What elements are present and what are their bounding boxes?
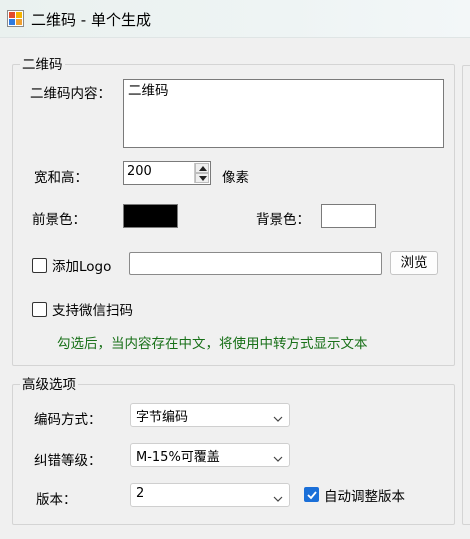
size-stepper[interactable]: 200: [123, 161, 211, 185]
qrcode-group-legend: 二维码: [20, 53, 65, 73]
size-value: 200: [127, 164, 152, 179]
fg-color-label: 前景色：: [32, 212, 86, 228]
spin-up-button[interactable]: [195, 163, 209, 173]
wechat-scan-label[interactable]: 支持微信扫码: [52, 299, 133, 319]
side-panel-edge: [462, 65, 470, 525]
chevron-down-icon: [273, 451, 283, 466]
title-bar: 二维码 - 单个生成: [0, 0, 470, 38]
version-select[interactable]: 2: [130, 483, 290, 507]
chevron-down-icon: [273, 411, 283, 426]
ecc-label: 纠错等级：: [34, 453, 102, 469]
encoding-label: 编码方式：: [34, 412, 102, 428]
advanced-group-legend: 高级选项: [20, 373, 78, 393]
size-label: 宽和高：: [34, 170, 88, 186]
version-label: 版本：: [36, 492, 77, 508]
app-icon: [7, 10, 24, 27]
fg-color-swatch[interactable]: [123, 204, 178, 228]
content-textarea[interactable]: 二维码: [123, 79, 444, 148]
content-label: 二维码内容：: [30, 86, 111, 102]
auto-version-label[interactable]: 自动调整版本: [324, 485, 405, 505]
ecc-value: M-15%可覆盖: [136, 450, 220, 465]
logo-path-input[interactable]: [129, 252, 382, 275]
window-title: 二维码 - 单个生成: [31, 11, 151, 29]
wechat-scan-checkbox[interactable]: [32, 302, 47, 317]
size-spin: [194, 163, 209, 183]
browse-button[interactable]: 浏览: [390, 251, 438, 275]
ecc-select[interactable]: M-15%可覆盖: [130, 443, 290, 467]
chevron-down-icon: [273, 491, 283, 506]
spin-down-button[interactable]: [195, 173, 209, 183]
wechat-hint-text: 勾选后，当内容存在中文，将使用中转方式显示文本: [57, 336, 368, 352]
size-unit-label: 像素: [222, 170, 249, 186]
encoding-value: 字节编码: [136, 410, 189, 425]
encoding-select[interactable]: 字节编码: [130, 403, 290, 427]
auto-version-checkbox[interactable]: [304, 487, 319, 502]
add-logo-label[interactable]: 添加Logo: [52, 255, 111, 275]
checkmark-icon: [307, 491, 317, 500]
bg-color-swatch[interactable]: [321, 204, 376, 228]
bg-color-label: 背景色：: [256, 212, 310, 228]
version-value: 2: [136, 486, 145, 501]
add-logo-checkbox[interactable]: [32, 258, 47, 273]
